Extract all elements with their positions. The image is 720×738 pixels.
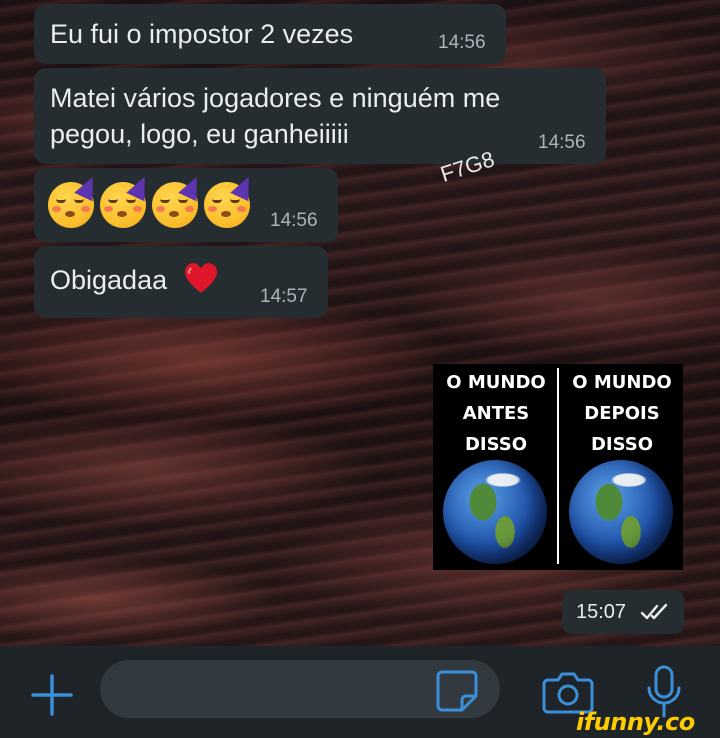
earth-globe-icon [569,460,673,564]
plus-icon[interactable] [29,672,75,718]
message-text-line-1: Matei vários jogadores e ninguém me [50,83,501,113]
message-text: Obigadaa [50,265,168,295]
partying-face-icon [48,172,102,228]
message-bubble-3[interactable]: 14:56 [34,168,338,242]
message-time: 14:56 [270,210,318,231]
partying-face-icon [100,172,154,228]
message-time: 14:56 [438,32,486,53]
message-bubble-4[interactable]: Obigadaa 14:57 [34,246,328,318]
partying-face-icon [152,172,206,228]
sent-image-time-badge: 15:07 [562,590,684,634]
message-text-line-2: pegou, logo, eu ganheiiiii [50,119,349,149]
earth-globe-icon [443,460,547,564]
message-bubble-2[interactable]: Matei vários jogadores e ninguém me pego… [34,68,606,164]
read-double-check-icon [640,603,668,620]
sent-image[interactable]: O MUNDO ANTES DISSO O MUNDO DEPOIS DISSO [433,364,683,570]
message-time: 15:07 [576,601,627,623]
sticker-icon[interactable] [434,668,480,714]
red-heart-icon [185,263,217,293]
message-time: 14:57 [260,286,308,307]
meme-right-label: O MUNDO DEPOIS DISSO [572,372,672,455]
meme-divider [557,368,559,564]
meme-left-label: O MUNDO ANTES DISSO [446,372,546,455]
message-time: 14:56 [538,132,586,153]
message-bubble-1[interactable]: Eu fui o impostor 2 vezes 14:56 [34,4,506,64]
partying-face-icon [204,172,258,228]
message-text: Eu fui o impostor 2 vezes [50,19,354,49]
ifunny-watermark: ifunny.co [576,708,695,736]
